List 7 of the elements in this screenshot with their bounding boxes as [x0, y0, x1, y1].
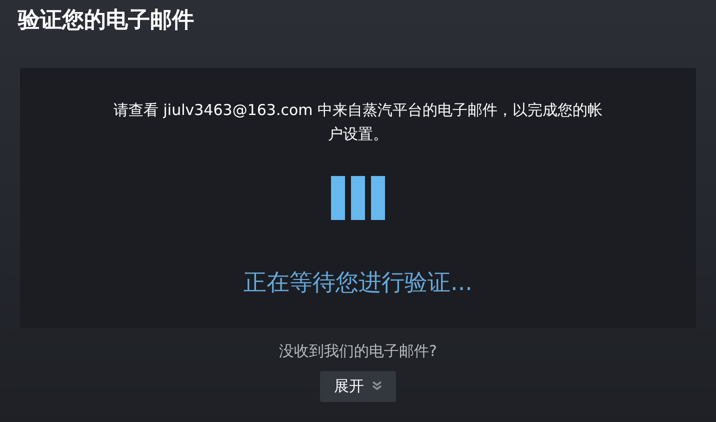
waiting-status: 正在等待您进行验证... [242, 269, 474, 298]
expand-button[interactable]: 展开 [320, 370, 396, 402]
page-title: 验证您的电子邮件 [16, 7, 195, 35]
loading-icon [331, 176, 385, 220]
help-question: 没收到我们的电子邮件? [278, 341, 438, 362]
chevron-down-icon [372, 381, 382, 391]
instruction-text: 请查看 jiulv3463@163.com 中来自蒸汽平台的电子邮件，以完成您的帐户设置。 [112, 100, 604, 145]
